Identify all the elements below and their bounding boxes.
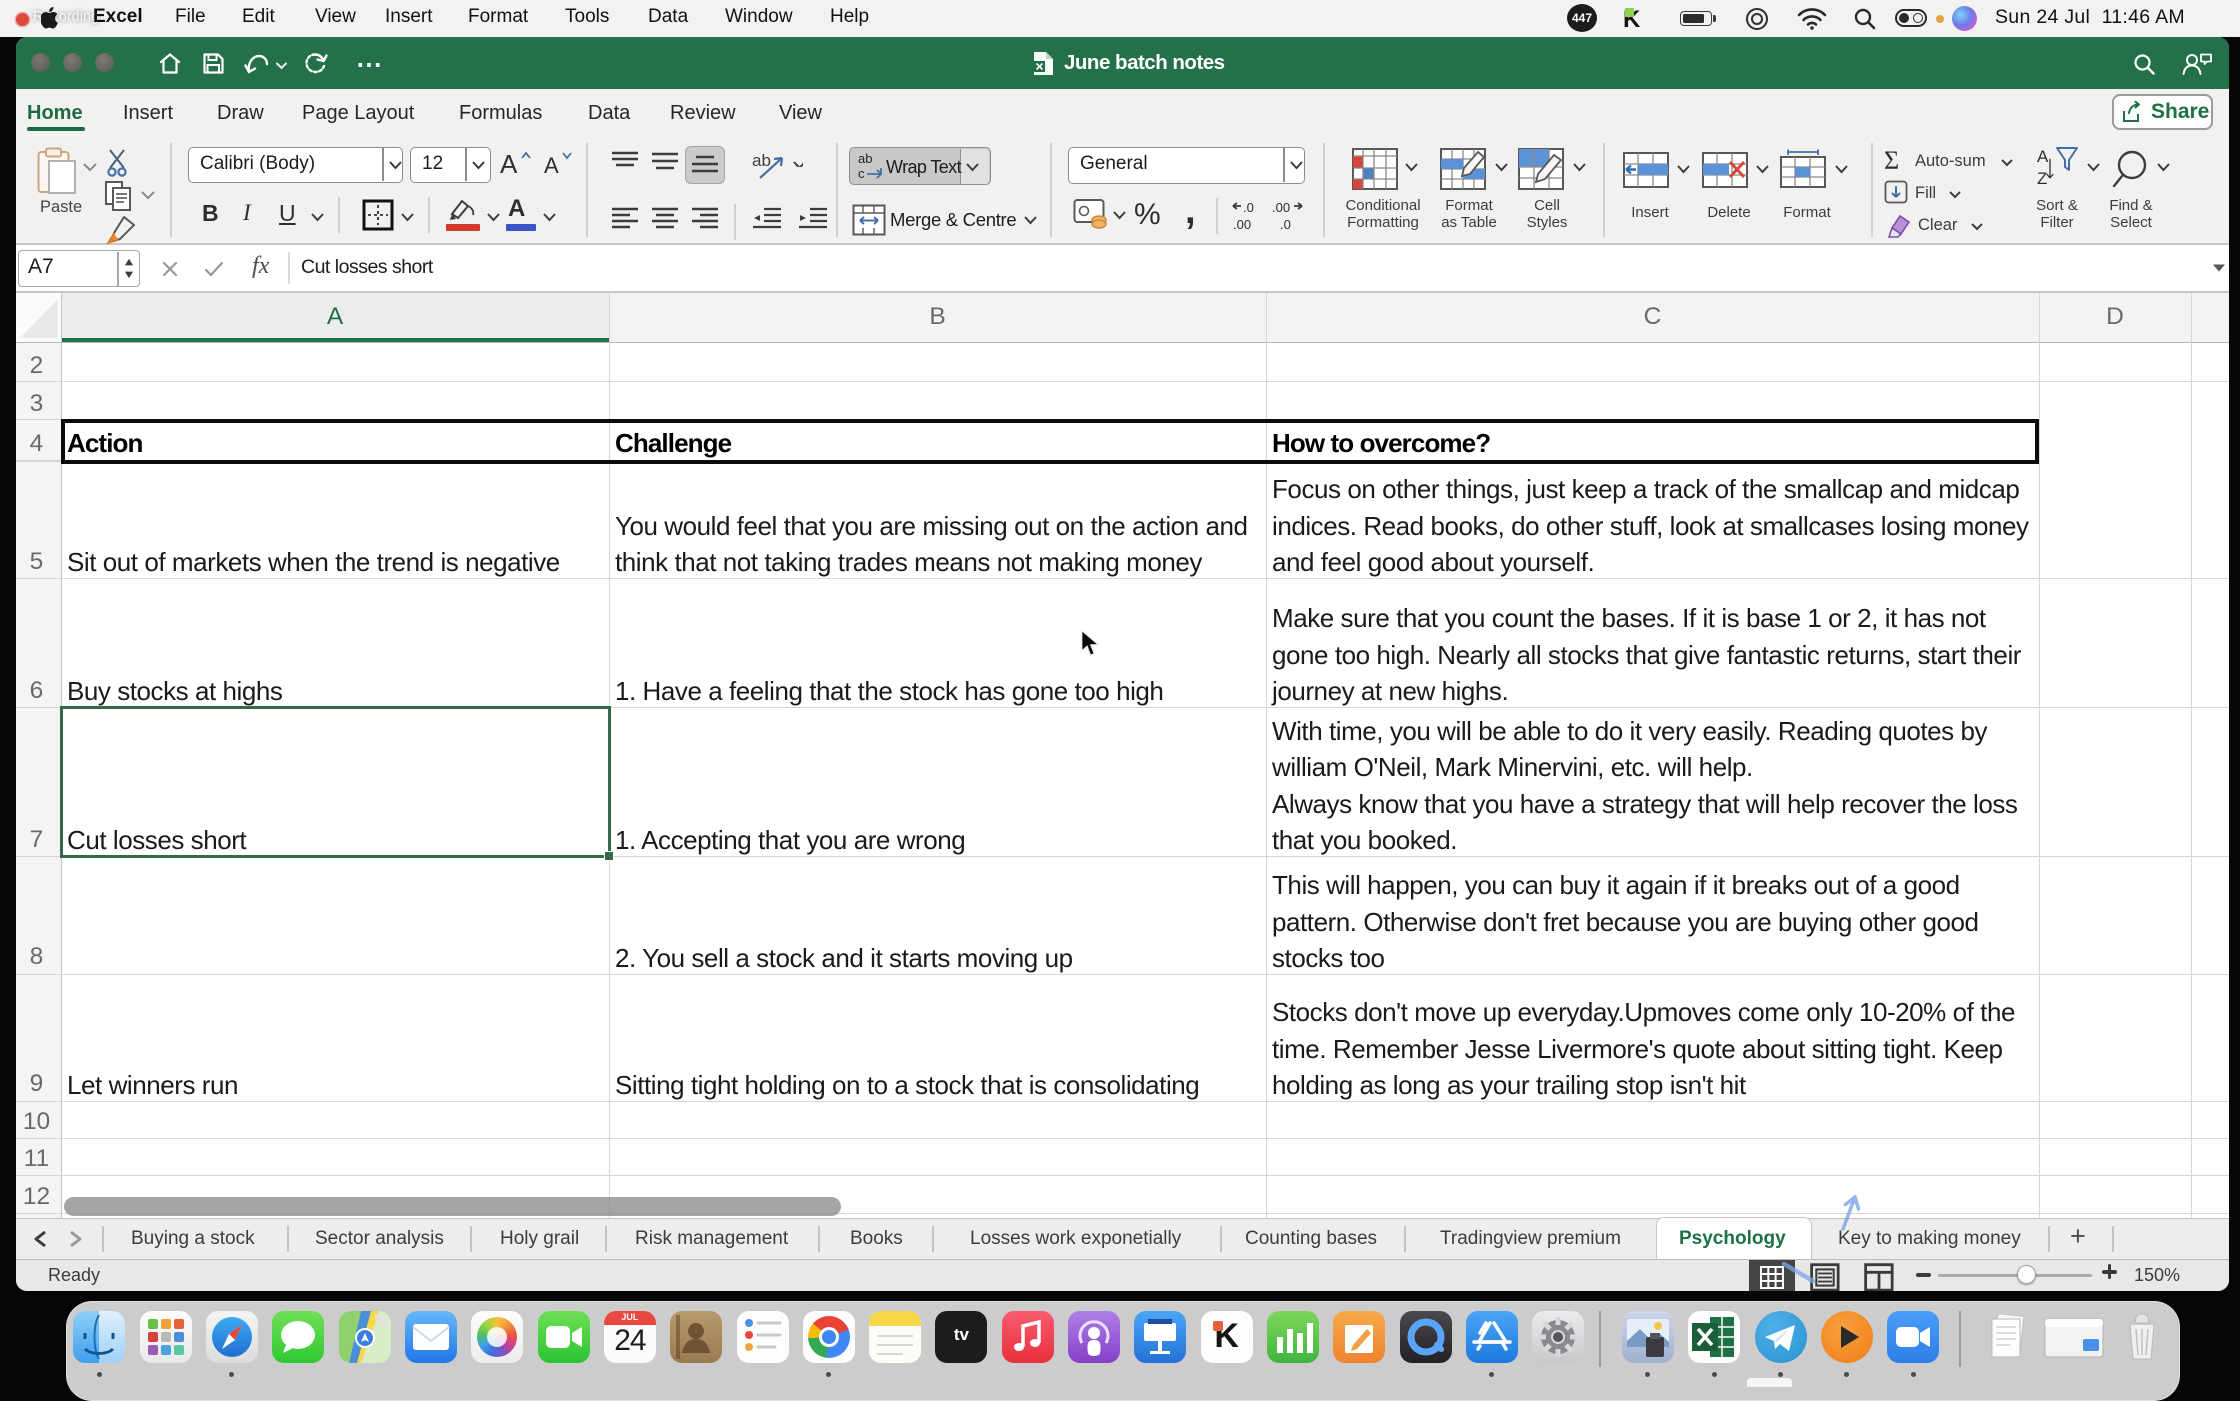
svg-text:.00: .00 [1272, 200, 1290, 215]
svg-text:.00: .00 [1233, 217, 1251, 232]
svg-text:c: c [858, 166, 865, 181]
svg-text:ab: ab [858, 151, 872, 166]
svg-text:A: A [2037, 147, 2049, 166]
svg-text:ab: ab [752, 151, 771, 170]
svg-text:.0: .0 [1280, 217, 1291, 232]
svg-text:Z: Z [2037, 169, 2047, 188]
svg-text:.0: .0 [1243, 200, 1254, 215]
